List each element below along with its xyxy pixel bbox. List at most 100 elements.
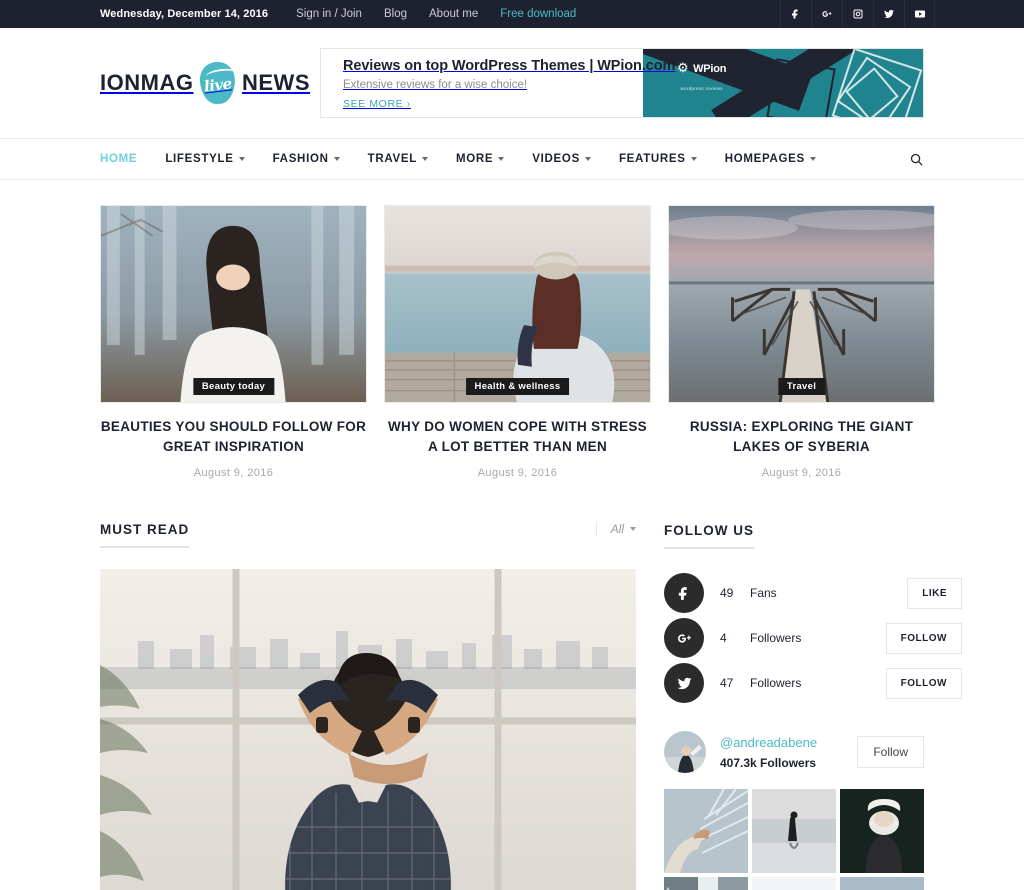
ad-brand-tagline: wordpress reviews [680, 86, 723, 91]
search-icon [910, 153, 923, 166]
instagram-handle[interactable]: @andreadabene [720, 735, 817, 750]
featured-thumbnail[interactable]: Health & wellness [384, 205, 651, 403]
instagram-photo[interactable] [752, 789, 836, 874]
featured-title[interactable]: WHY DO WOMEN COPE WITH STRESS A LOT BETT… [384, 417, 651, 456]
chevron-down-icon [498, 157, 505, 161]
nav-item-homepages[interactable]: HOMEPAGES [725, 153, 816, 165]
featured-date: August 9, 2016 [477, 467, 558, 480]
instagram-widget-header: @andreadabene 407.3k Followers Follow [664, 731, 924, 774]
instagram-photo[interactable] [664, 789, 748, 874]
nav-items: HOME LIFESTYLE FASHION TRAVEL MORE VIDEO… [100, 153, 844, 165]
nav-item-home[interactable]: HOME [100, 153, 137, 165]
instagram-icon[interactable] [842, 0, 873, 28]
featured-cards: Beauty today BEAUTIES YOU SHOULD FOLLOW … [100, 180, 935, 479]
must-read-filter-label: All [610, 522, 624, 537]
featured-image-2 [385, 206, 650, 402]
nav-item-more[interactable]: MORE [456, 153, 505, 165]
nav-item-fashion[interactable]: FASHION [273, 153, 340, 165]
instagram-photo-image [752, 789, 836, 874]
must-read-featured-image[interactable] [100, 569, 636, 890]
logo-heart-icon: live [199, 61, 239, 105]
nav-item-label: LIFESTYLE [165, 153, 234, 165]
avatar[interactable] [664, 731, 706, 774]
ad-see-more-link[interactable]: SEE MORE › [343, 98, 751, 110]
featured-category-tag[interactable]: Health & wellness [465, 378, 570, 395]
google-plus-icon[interactable] [811, 0, 842, 28]
nav-item-travel[interactable]: TRAVEL [368, 153, 428, 165]
follow-row-google-plus: 4 Followers FOLLOW [664, 616, 962, 660]
signin-join-link[interactable]: Sign in / Join [296, 8, 362, 20]
top-bar: Wednesday, December 14, 2016 Sign in / J… [0, 0, 1024, 28]
featured-thumbnail[interactable]: Beauty today [100, 205, 367, 403]
instagram-photo-grid [664, 789, 924, 890]
google-plus-follow-button[interactable]: FOLLOW [885, 622, 962, 654]
top-bar-social-links [780, 0, 935, 28]
instagram-account-meta: @andreadabene 407.3k Followers [720, 734, 817, 770]
about-me-link[interactable]: About me [429, 8, 478, 20]
follow-count: 49 [720, 586, 734, 601]
facebook-icon[interactable] [780, 0, 811, 28]
follow-us-title: FOLLOW US [664, 523, 754, 550]
facebook-icon[interactable] [664, 573, 704, 614]
search-button[interactable] [909, 152, 924, 167]
instagram-photo[interactable] [752, 877, 836, 890]
chevron-down-icon [421, 157, 428, 161]
instagram-photo-image [664, 789, 748, 874]
facebook-like-button[interactable]: LIKE [907, 577, 962, 609]
chevron-down-icon [333, 157, 340, 161]
ad-brand-gear-icon: ⚙ [677, 60, 689, 75]
top-bar-left: Wednesday, December 14, 2016 Sign in / J… [0, 8, 576, 20]
instagram-follow-button[interactable]: Follow [857, 736, 924, 769]
instagram-followers-count: 407.3k Followers [720, 756, 817, 771]
featured-date: August 9, 2016 [193, 467, 274, 480]
featured-card[interactable]: Health & wellness WHY DO WOMEN COPE WITH… [384, 205, 651, 479]
nav-item-lifestyle[interactable]: LIFESTYLE [165, 153, 245, 165]
site-logo[interactable]: IONMAG live NEWS [100, 61, 310, 105]
featured-image-3 [669, 206, 934, 402]
follow-label: Fans [750, 586, 777, 601]
nav-item-features[interactable]: FEATURES [619, 153, 697, 165]
free-download-link[interactable]: Free download [500, 8, 576, 20]
instagram-photo-image [840, 789, 924, 874]
follow-count: 47 [720, 676, 734, 691]
google-plus-icon[interactable] [664, 618, 704, 659]
featured-card[interactable]: Travel RUSSIA: EXPLORING THE GIANT LAKES… [668, 205, 935, 479]
twitter-icon[interactable] [873, 0, 904, 28]
blog-link[interactable]: Blog [384, 8, 407, 20]
instagram-photo-image [752, 877, 836, 890]
featured-category-tag[interactable]: Travel [777, 378, 826, 395]
nav-item-videos[interactable]: VIDEOS [532, 153, 591, 165]
content-wrap: Beauty today BEAUTIES YOU SHOULD FOLLOW … [0, 180, 1024, 890]
featured-category-tag[interactable]: Beauty today [192, 378, 275, 395]
instagram-photo[interactable] [664, 877, 748, 890]
featured-date: August 9, 2016 [761, 467, 842, 480]
chevron-down-icon [690, 157, 697, 161]
site-header: IONMAG live NEWS ⚙ WPion wordpress revie… [0, 28, 1024, 138]
follow-label: Followers [750, 631, 802, 646]
ad-brand-name: WPion [693, 63, 727, 75]
chevron-down-icon [630, 527, 636, 532]
follow-us-list: 49 Fans LIKE 4 Followers FOLLOW 47 Follo… [664, 571, 962, 705]
logo-text-right: NEWS [242, 70, 310, 95]
follow-count: 4 [720, 631, 727, 646]
instagram-photo[interactable] [840, 789, 924, 874]
ad-banner[interactable]: ⚙ WPion wordpress reviews Reviews on top… [320, 48, 924, 118]
avatar-image [664, 731, 706, 774]
featured-card[interactable]: Beauty today BEAUTIES YOU SHOULD FOLLOW … [100, 205, 367, 479]
follow-row-twitter: 47 Followers FOLLOW [664, 661, 962, 705]
instagram-photo[interactable] [840, 877, 924, 890]
must-read-filter-dropdown[interactable]: All [595, 522, 636, 537]
featured-title[interactable]: RUSSIA: EXPLORING THE GIANT LAKES OF SYB… [668, 417, 935, 456]
twitter-icon[interactable] [664, 663, 704, 704]
logo-badge-text: live [202, 73, 233, 96]
nav-item-label: HOME [100, 153, 138, 165]
must-read-image [100, 569, 636, 890]
featured-title[interactable]: BEAUTIES YOU SHOULD FOLLOW FOR GREAT INS… [100, 417, 367, 456]
featured-thumbnail[interactable]: Travel [668, 205, 935, 403]
youtube-icon[interactable] [904, 0, 935, 28]
chevron-down-icon [584, 157, 591, 161]
follow-row-facebook: 49 Fans LIKE [664, 571, 962, 615]
must-read-section: MUST READ All [100, 522, 636, 890]
twitter-follow-button[interactable]: FOLLOW [885, 667, 962, 699]
nav-item-label: HOMEPAGES [724, 153, 805, 165]
